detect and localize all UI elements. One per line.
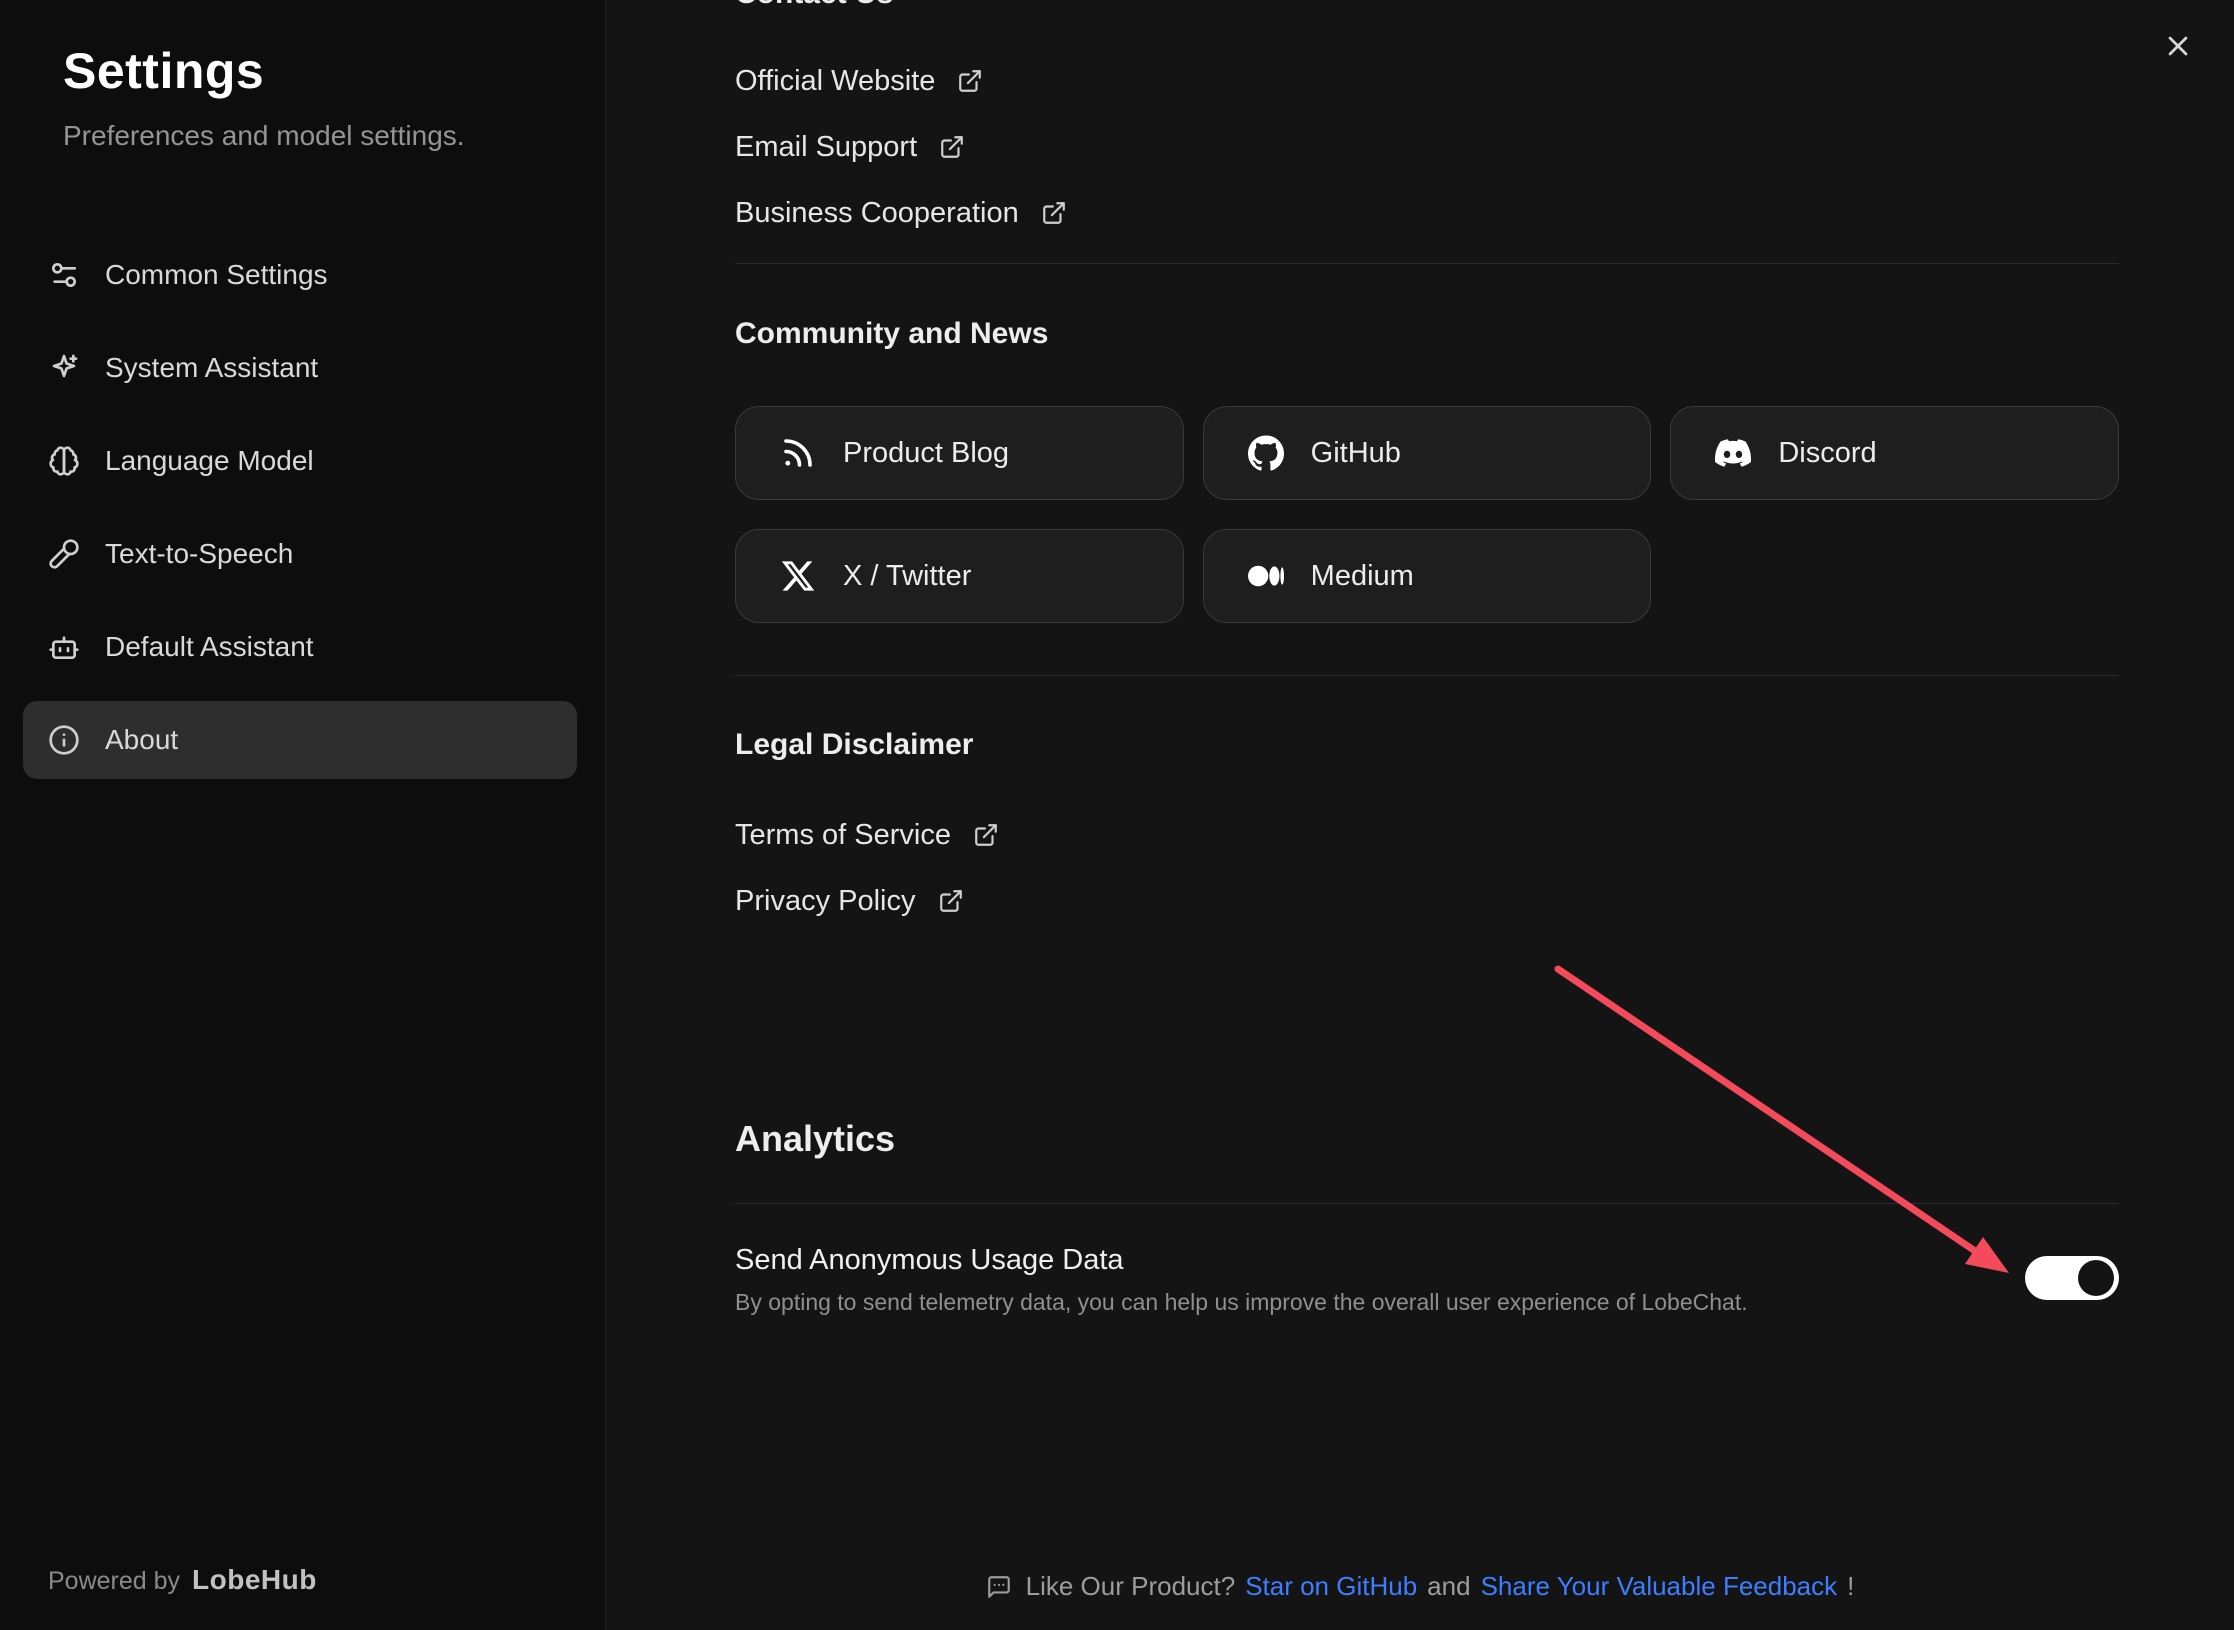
community-buttons: Product Blog GitHub Discord X / Twitter … [735,406,2119,623]
external-link-icon [957,68,983,94]
discord-button[interactable]: Discord [1670,406,2119,500]
sidebar-item-label: System Assistant [105,352,318,384]
lobehub-brand[interactable]: LobeHub [192,1564,317,1596]
sliders-icon [48,259,80,291]
link-label: Business Cooperation [735,197,1019,230]
medium-button[interactable]: Medium [1203,529,1652,623]
email-support-link[interactable]: Email Support [735,125,965,169]
privacy-policy-link[interactable]: Privacy Policy [735,879,964,923]
community-heading: Community and News [735,314,2119,354]
sidebar-item-text-to-speech[interactable]: Text-to-Speech [23,515,577,593]
powered-by-label: Powered by [48,1567,180,1596]
sidebar-item-label: Language Model [105,445,314,477]
button-label: Discord [1778,437,1876,470]
medium-icon [1247,557,1285,595]
sparkles-icon [48,352,80,384]
contact-heading: Contact Us [735,0,2119,14]
x-icon [779,557,817,595]
link-label: Email Support [735,131,917,164]
share-feedback-link[interactable]: Share Your Valuable Feedback [1481,1571,1838,1602]
telemetry-setting-title: Send Anonymous Usage Data [735,1238,1748,1282]
powered-by: Powered by LobeHub [48,1564,317,1596]
sidebar-item-common-settings[interactable]: Common Settings [23,236,577,314]
close-icon[interactable] [2158,26,2198,66]
bot-icon [48,631,80,663]
sidebar-nav: Common Settings System Assistant Languag… [0,236,605,779]
divider [735,675,2119,676]
feedback-footer: Like Our Product? Star on GitHub and Sha… [606,1571,2234,1602]
divider [735,263,2119,264]
external-link-icon [1041,200,1067,226]
about-panel: Contact Us Official Website Email Suppor… [606,0,2234,1630]
discord-icon [1714,434,1752,472]
sidebar-item-label: Default Assistant [105,631,314,663]
link-label: Terms of Service [735,819,951,852]
page-title: Settings [63,42,605,100]
rss-icon [779,434,817,472]
button-label: Product Blog [843,437,1009,470]
sidebar-item-label: Text-to-Speech [105,538,293,570]
link-label: Official Website [735,65,935,98]
link-label: Privacy Policy [735,885,916,918]
external-link-icon [939,134,965,160]
telemetry-setting-text: Send Anonymous Usage Data By opting to s… [735,1238,1748,1318]
x-twitter-button[interactable]: X / Twitter [735,529,1184,623]
sidebar-item-label: Common Settings [105,259,328,291]
footer-text: Like Our Product? [1026,1571,1236,1602]
terms-of-service-link[interactable]: Terms of Service [735,813,999,857]
page-subtitle: Preferences and model settings. [63,120,605,152]
analytics-heading: Analytics [735,1115,2119,1163]
official-website-link[interactable]: Official Website [735,59,983,103]
telemetry-toggle[interactable] [2025,1256,2119,1300]
toggle-knob [2078,1260,2114,1296]
telemetry-setting-row: Send Anonymous Usage Data By opting to s… [735,1238,2119,1318]
star-on-github-link[interactable]: Star on GitHub [1245,1571,1417,1602]
footer-text: ! [1847,1571,1854,1602]
external-link-icon [938,888,964,914]
button-label: GitHub [1311,437,1401,470]
footer-text: and [1427,1571,1470,1602]
legal-heading: Legal Disclaimer [735,725,2119,765]
telemetry-setting-description: By opting to send telemetry data, you ca… [735,1286,1748,1318]
github-button[interactable]: GitHub [1203,406,1652,500]
button-label: X / Twitter [843,560,971,593]
github-icon [1247,434,1285,472]
brain-icon [48,445,80,477]
product-blog-button[interactable]: Product Blog [735,406,1184,500]
sidebar-item-about[interactable]: About [23,701,577,779]
button-label: Medium [1311,560,1414,593]
mic-icon [48,538,80,570]
sidebar-item-system-assistant[interactable]: System Assistant [23,329,577,407]
sidebar-item-label: About [105,724,178,756]
external-link-icon [973,822,999,848]
settings-sidebar: Settings Preferences and model settings.… [0,0,606,1630]
sidebar-item-default-assistant[interactable]: Default Assistant [23,608,577,686]
contact-links: Official Website Email Support Business … [735,59,2119,235]
legal-links: Terms of Service Privacy Policy [735,813,2119,923]
business-cooperation-link[interactable]: Business Cooperation [735,191,1067,235]
info-icon [48,724,80,756]
sidebar-item-language-model[interactable]: Language Model [23,422,577,500]
message-icon [986,1574,1012,1600]
divider [735,1203,2119,1204]
